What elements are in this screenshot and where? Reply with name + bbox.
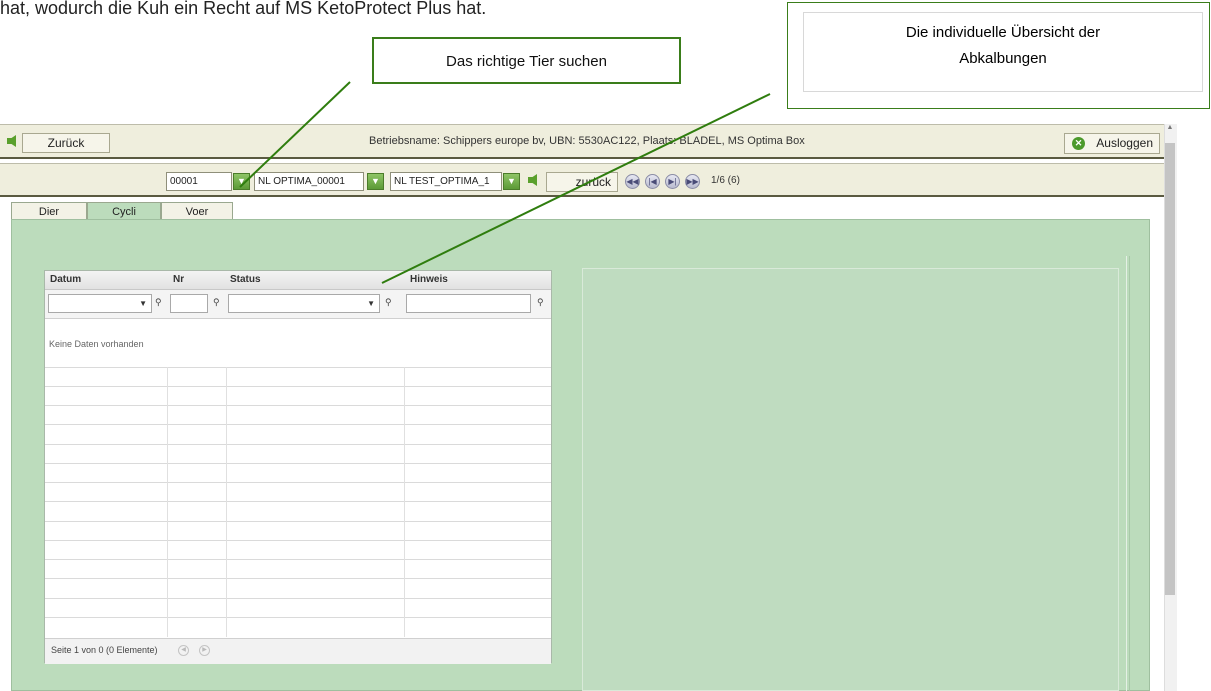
connector-line-search [239, 81, 351, 188]
callout-connector-lines [239, 81, 771, 284]
connector-line-overview [381, 93, 771, 284]
